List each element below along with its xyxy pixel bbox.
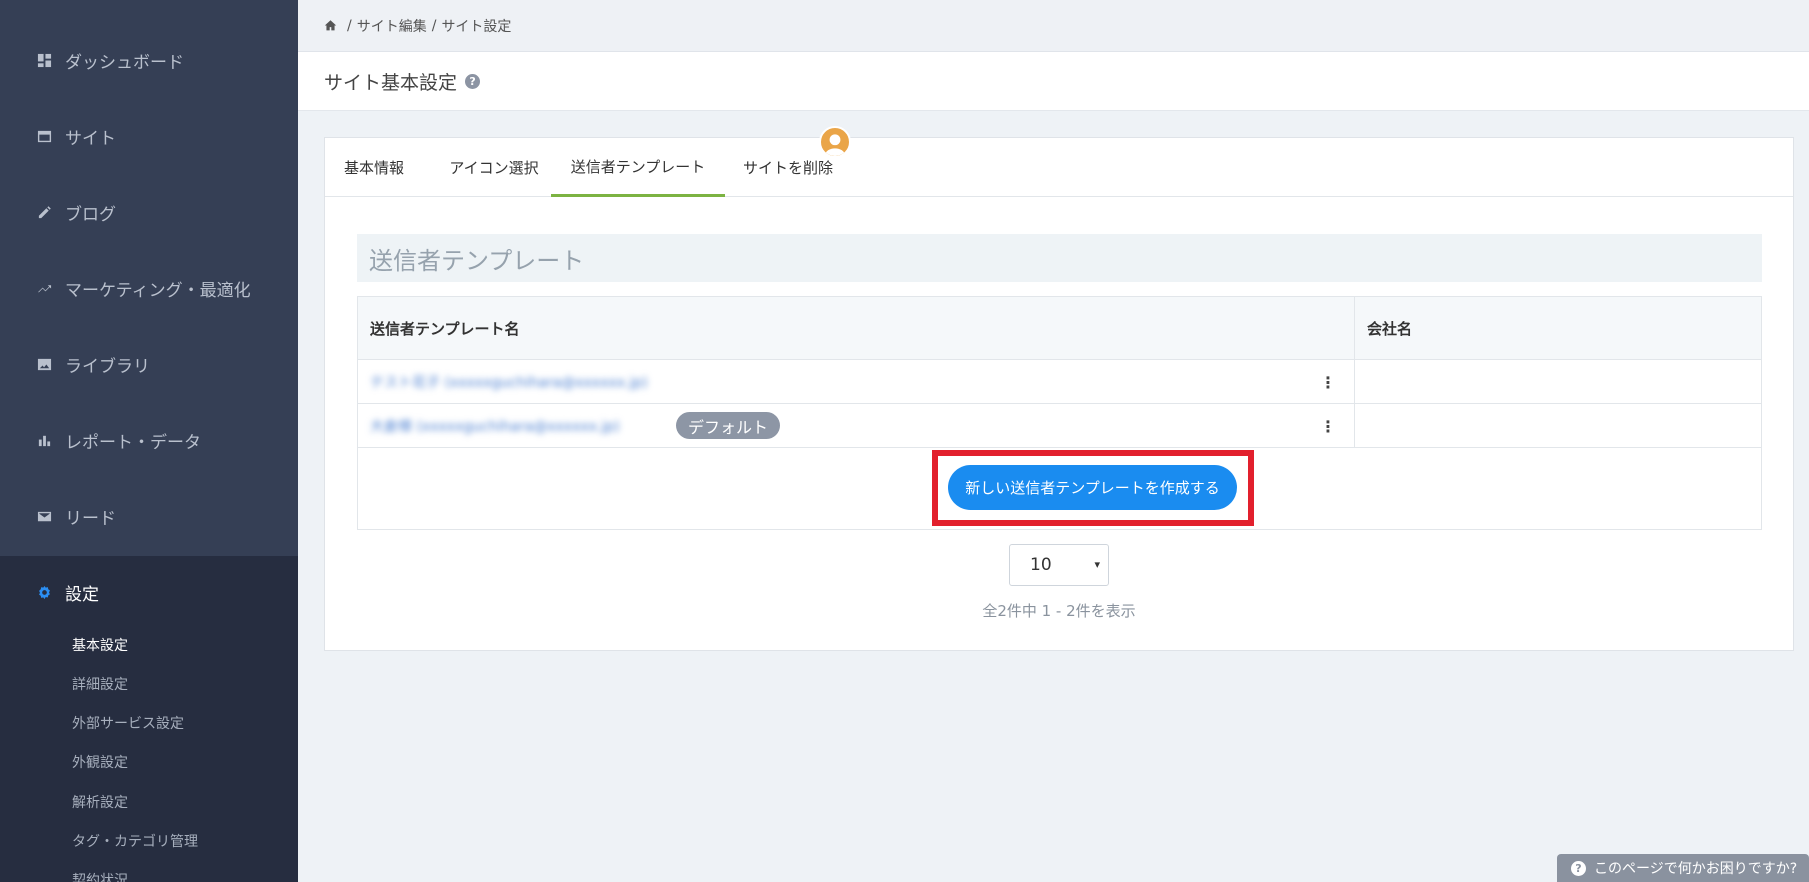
table-row: テスト花子 (xxxxxguchihara@xxxxxx.jp) ⋮ <box>358 360 1761 404</box>
create-row: 新しい送信者テンプレートを作成する <box>358 448 1761 530</box>
tab-basic-info[interactable]: 基本情報 <box>325 138 423 197</box>
question-icon: ? <box>1571 860 1586 876</box>
sidebar-item-site[interactable]: サイト <box>0 98 298 174</box>
sidebar-item-settings[interactable]: 設定 <box>0 554 298 630</box>
sidebar-subitem-appearance[interactable]: 外観設定 <box>72 752 128 772</box>
sidebar-item-leads[interactable]: リード <box>0 478 298 554</box>
sidebar-item-blog[interactable]: ブログ <box>0 174 298 250</box>
sidebar: ダッシュボード サイト ブログ マーケティング・最適化 ライブラリ レポート・デ… <box>0 0 298 882</box>
sender-template-table: 送信者テンプレート名 会社名 テスト花子 (xxxxxguchihara@xxx… <box>357 296 1762 530</box>
help-widget-button[interactable]: ? このページで何かお困りですか? <box>1557 854 1809 882</box>
per-page-value: 10 <box>1030 555 1052 575</box>
section-title: 送信者テンプレート <box>357 234 1762 282</box>
page-header: サイト基本設定 ? <box>298 52 1809 111</box>
row-menu-icon[interactable]: ⋮ <box>1318 360 1338 404</box>
sidebar-subitem-contract-status[interactable]: 契約状況 <box>72 870 128 882</box>
sidebar-item-label: 設定 <box>65 584 99 605</box>
sidebar-item-reports[interactable]: レポート・データ <box>0 402 298 478</box>
sidebar-subitem-basic-settings[interactable]: 基本設定 <box>72 635 128 655</box>
user-avatar-icon[interactable] <box>819 126 851 158</box>
sidebar-item-library[interactable]: ライブラリ <box>0 326 298 402</box>
bar-chart-icon <box>35 431 53 449</box>
help-widget-label: このページで何かお困りですか? <box>1594 861 1798 877</box>
sidebar-subitem-advanced-settings[interactable]: 詳細設定 <box>72 674 128 694</box>
column-header-template-name: 送信者テンプレート名 <box>370 320 520 338</box>
pencil-icon <box>35 203 53 221</box>
envelope-icon <box>35 507 53 525</box>
sidebar-subitem-external-services[interactable]: 外部サービス設定 <box>72 713 184 733</box>
breadcrumb: / サイト編集 / サイト設定 <box>298 0 1809 52</box>
image-icon <box>35 355 53 373</box>
home-icon[interactable] <box>324 19 337 32</box>
sidebar-item-dashboard[interactable]: ダッシュボード <box>0 22 298 98</box>
help-icon[interactable]: ? <box>465 73 481 89</box>
table-row: 大倉様 (xxxxxguchihara@xxxxxx.jp) デフォルト ⋮ <box>358 404 1761 448</box>
sidebar-item-label: マーケティング・最適化 <box>65 280 251 301</box>
default-badge: デフォルト <box>676 412 781 439</box>
result-count: 全2件中 1 - 2件を表示 <box>982 602 1136 620</box>
sidebar-item-label: レポート・データ <box>65 432 201 453</box>
page-title: サイト基本設定 <box>324 71 458 94</box>
table-header-row: 送信者テンプレート名 会社名 <box>358 297 1761 360</box>
template-name-cell[interactable]: テスト花子 (xxxxxguchihara@xxxxxx.jp) <box>370 360 648 404</box>
gear-icon <box>35 583 53 601</box>
tab-icon-select[interactable]: アイコン選択 <box>437 138 551 197</box>
row-menu-icon[interactable]: ⋮ <box>1318 404 1338 448</box>
column-header-company-name: 会社名 <box>1367 320 1413 338</box>
tab-sender-template[interactable]: 送信者テンプレート <box>551 138 725 197</box>
chevron-down-icon: ▾ <box>1094 558 1100 571</box>
breadcrumb-item-site-edit[interactable]: サイト編集 <box>357 16 427 36</box>
sidebar-item-label: ブログ <box>65 204 116 225</box>
sidebar-item-label: ライブラリ <box>65 356 150 377</box>
sidebar-subitem-analytics[interactable]: 解析設定 <box>72 792 128 812</box>
tab-bar: 基本情報 アイコン選択 送信者テンプレート サイトを削除 <box>325 126 1793 197</box>
sidebar-subitem-tags-categories[interactable]: タグ・カテゴリ管理 <box>72 831 198 851</box>
browser-window-icon <box>35 127 53 145</box>
settings-card: 基本情報 アイコン選択 送信者テンプレート サイトを削除 送信者テンプレート 送… <box>324 126 1794 651</box>
sidebar-item-label: リード <box>65 508 116 529</box>
per-page-select[interactable]: 10 ▾ <box>1009 544 1109 586</box>
dashboard-icon <box>35 51 53 69</box>
sidebar-item-marketing[interactable]: マーケティング・最適化 <box>0 250 298 326</box>
sidebar-item-label: ダッシュボード <box>65 52 184 73</box>
breadcrumb-item-site-settings: サイト設定 <box>441 18 512 35</box>
template-name-cell[interactable]: 大倉様 (xxxxxguchihara@xxxxxx.jp) <box>370 404 620 448</box>
create-sender-template-button[interactable]: 新しい送信者テンプレートを作成する <box>948 465 1237 510</box>
sidebar-item-label: サイト <box>65 128 116 149</box>
trending-up-icon <box>35 279 53 297</box>
